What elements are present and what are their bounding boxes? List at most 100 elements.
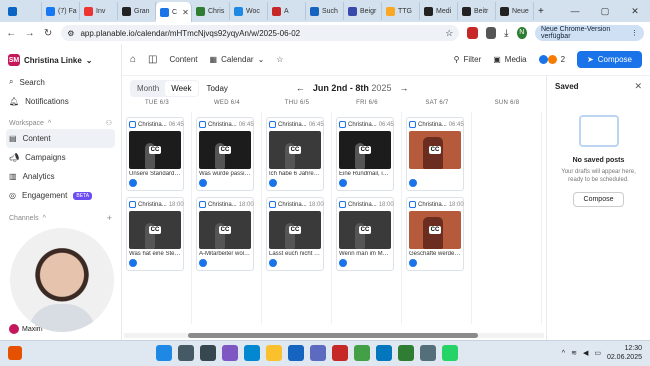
battery-icon[interactable]: ▭ [594, 349, 601, 357]
copilot-icon[interactable] [222, 345, 238, 361]
browser-tab[interactable]: Inv [80, 2, 118, 20]
reload-icon[interactable]: ↻ [43, 28, 53, 39]
wifi-icon[interactable]: ≋ [571, 349, 577, 357]
day-column[interactable] [472, 112, 542, 324]
browser-tab[interactable]: Such [306, 2, 344, 20]
post-card[interactable]: Christina... 18:00 CC Wenn man im Mom... [336, 197, 394, 271]
day-column[interactable]: Christina... 06:45 CC Christina... 18:00 CC Ge… [402, 112, 472, 324]
chrome-update-button[interactable]: Neue Chrome-Version verfügbar ⋮ [534, 25, 645, 41]
more-menu-icon[interactable]: ⋮ [631, 29, 638, 37]
widgets-icon[interactable] [8, 346, 22, 360]
new-tab-icon[interactable]: + [538, 6, 544, 17]
site-info-icon[interactable]: ⚙ [67, 29, 74, 38]
filter-button[interactable]: ⚲ Filter [454, 55, 482, 64]
browser-tab[interactable]: Neue [496, 2, 534, 20]
browser-tab[interactable]: Chris [192, 2, 230, 20]
task-view-icon[interactable] [200, 345, 216, 361]
prev-week-icon[interactable]: ← [296, 83, 305, 93]
sidebar-toggle-icon[interactable]: ◫ [148, 54, 157, 65]
compose-button[interactable]: ➤ Compose [577, 51, 642, 68]
sidebar-item-search[interactable]: ⌕ Search [0, 72, 121, 92]
post-card[interactable]: Christina...18:00 CC Geschäfte werden z... [406, 197, 464, 271]
media-button[interactable]: ▣ Media [493, 55, 526, 64]
browser-tab[interactable]: (7) Fa [42, 2, 80, 20]
post-card[interactable]: Christina... 18:00 CC Lasst euch nicht vo..… [266, 197, 324, 271]
clock[interactable]: 12:30 02.06.2025 [607, 344, 642, 362]
scheduled-clock-icon [409, 259, 417, 267]
post-card[interactable]: Christina...06:45 CC Unsere Standards g... [126, 117, 184, 191]
chrome-icon[interactable] [398, 345, 414, 361]
profile-avatar[interactable]: N [516, 27, 527, 39]
calendar-view-selector[interactable]: ▦ Calendar ⌄ [210, 55, 265, 64]
post-card[interactable]: Christina...18:00 CC Was hat eine Steuer..… [126, 197, 184, 271]
post-card[interactable]: Christina... 18:00 CC A-Mitarbeiter wolle..… [196, 197, 254, 271]
app-icon[interactable] [420, 345, 436, 361]
close-tab-icon[interactable]: ✕ [182, 8, 189, 17]
browser-tab[interactable]: Gran [118, 2, 156, 20]
day-column[interactable]: Christina...06:45CCWas würde passiere...… [192, 112, 262, 324]
tab-label: (7) Fa [58, 7, 77, 15]
sidebar-item-campaigns[interactable]: 📣︎ Campaigns [0, 148, 121, 167]
teams-icon[interactable] [310, 345, 326, 361]
browser-tab[interactable]: A [268, 2, 306, 20]
horizontal-scrollbar[interactable] [124, 333, 544, 338]
bookmark-star-icon[interactable]: ☆ [445, 28, 453, 39]
day-column[interactable]: Christina...06:45CCIch habe 6 Jahre lan.… [262, 112, 332, 324]
sidebar-item-content[interactable]: ▤ Content [6, 129, 115, 148]
chrome-icon[interactable] [354, 345, 370, 361]
next-week-icon[interactable]: → [399, 83, 408, 93]
extensions-puzzle-icon[interactable] [485, 27, 497, 39]
closed-caption-icon: CC [148, 146, 162, 154]
browser-tab[interactable]: Medi [420, 2, 458, 20]
forward-icon[interactable]: → [24, 28, 35, 39]
workspace-section-header[interactable]: Workspace ^ ⚇ [0, 111, 121, 129]
post-card[interactable]: Christina...06:45 CC Was würde passiere... [196, 117, 254, 191]
browser-tab[interactable] [4, 2, 42, 20]
month-view-button[interactable]: Month [131, 81, 165, 96]
extension-icon[interactable] [467, 27, 478, 39]
browser-tab[interactable]: Woc [230, 2, 268, 20]
edge-icon[interactable] [244, 345, 260, 361]
home-icon[interactable]: ⌂ [130, 54, 136, 65]
browser-tab[interactable]: TTG [382, 2, 420, 20]
back-icon[interactable]: ← [6, 28, 16, 39]
download-icon[interactable]: ⤓ [504, 28, 508, 39]
channels-section-header[interactable]: Channels ^ + [0, 205, 121, 225]
outlook-icon[interactable] [288, 345, 304, 361]
browser-tab[interactable]: Beigr [344, 2, 382, 20]
add-channel-icon[interactable]: + [107, 213, 112, 223]
breadcrumb-content[interactable]: Content [170, 55, 198, 64]
minimize-icon[interactable]: — [560, 6, 590, 16]
volume-icon[interactable]: ◀ [583, 349, 588, 357]
sidebar-item-analytics[interactable]: ▥ Analytics [0, 167, 121, 186]
maximize-icon[interactable]: ▢ [590, 6, 620, 17]
close-icon[interactable]: ✕ [634, 81, 642, 92]
day-column[interactable]: Christina...06:45CCUnsere Standards g...… [122, 112, 192, 324]
post-card[interactable]: Christina... 06:45 CC [406, 117, 464, 191]
url-field[interactable]: ⚙ app.planable.io/calendar/mHTmcNjvqs92y… [61, 25, 460, 41]
today-button[interactable]: Today [207, 84, 228, 93]
search-icon[interactable] [178, 345, 194, 361]
close-window-icon[interactable]: ✕ [620, 6, 650, 17]
post-card[interactable]: Christina...06:45 CC Ich habe 6 Jahre lan.… [266, 117, 324, 191]
app-icon[interactable] [376, 345, 392, 361]
scrollbar-thumb[interactable] [188, 333, 478, 338]
browser-tab[interactable]: C ✕ [156, 2, 192, 22]
whatsapp-icon[interactable] [442, 345, 458, 361]
workspace-switcher[interactable]: SM Christina Linke ⌄ [0, 44, 121, 72]
post-card[interactable]: Christina... 06:45 CC Eine Rundmail, in d..… [336, 117, 394, 191]
browser-tab[interactable]: Beitr [458, 2, 496, 20]
week-view-button[interactable]: Week [165, 80, 198, 96]
explorer-icon[interactable] [266, 345, 282, 361]
user-settings-icon[interactable]: ⚇ [106, 119, 112, 127]
sidebar-item-notifications[interactable]: 🔔︎ Notifications [0, 92, 121, 111]
saved-compose-button[interactable]: Compose [572, 192, 625, 207]
sidebar-item-engagement[interactable]: ◎ Engagement BETA [0, 186, 121, 205]
chevron-up-icon[interactable]: ^ [562, 350, 565, 357]
favorite-star-icon[interactable]: ☆ [276, 55, 283, 64]
tab-favicon-icon [310, 6, 319, 16]
start-icon[interactable] [156, 345, 172, 361]
day-column[interactable]: Christina... 06:45 CC Eine Rundmail, in d..… [332, 112, 402, 324]
app-icon[interactable] [332, 345, 348, 361]
collaborators[interactable]: 2 [538, 55, 565, 64]
